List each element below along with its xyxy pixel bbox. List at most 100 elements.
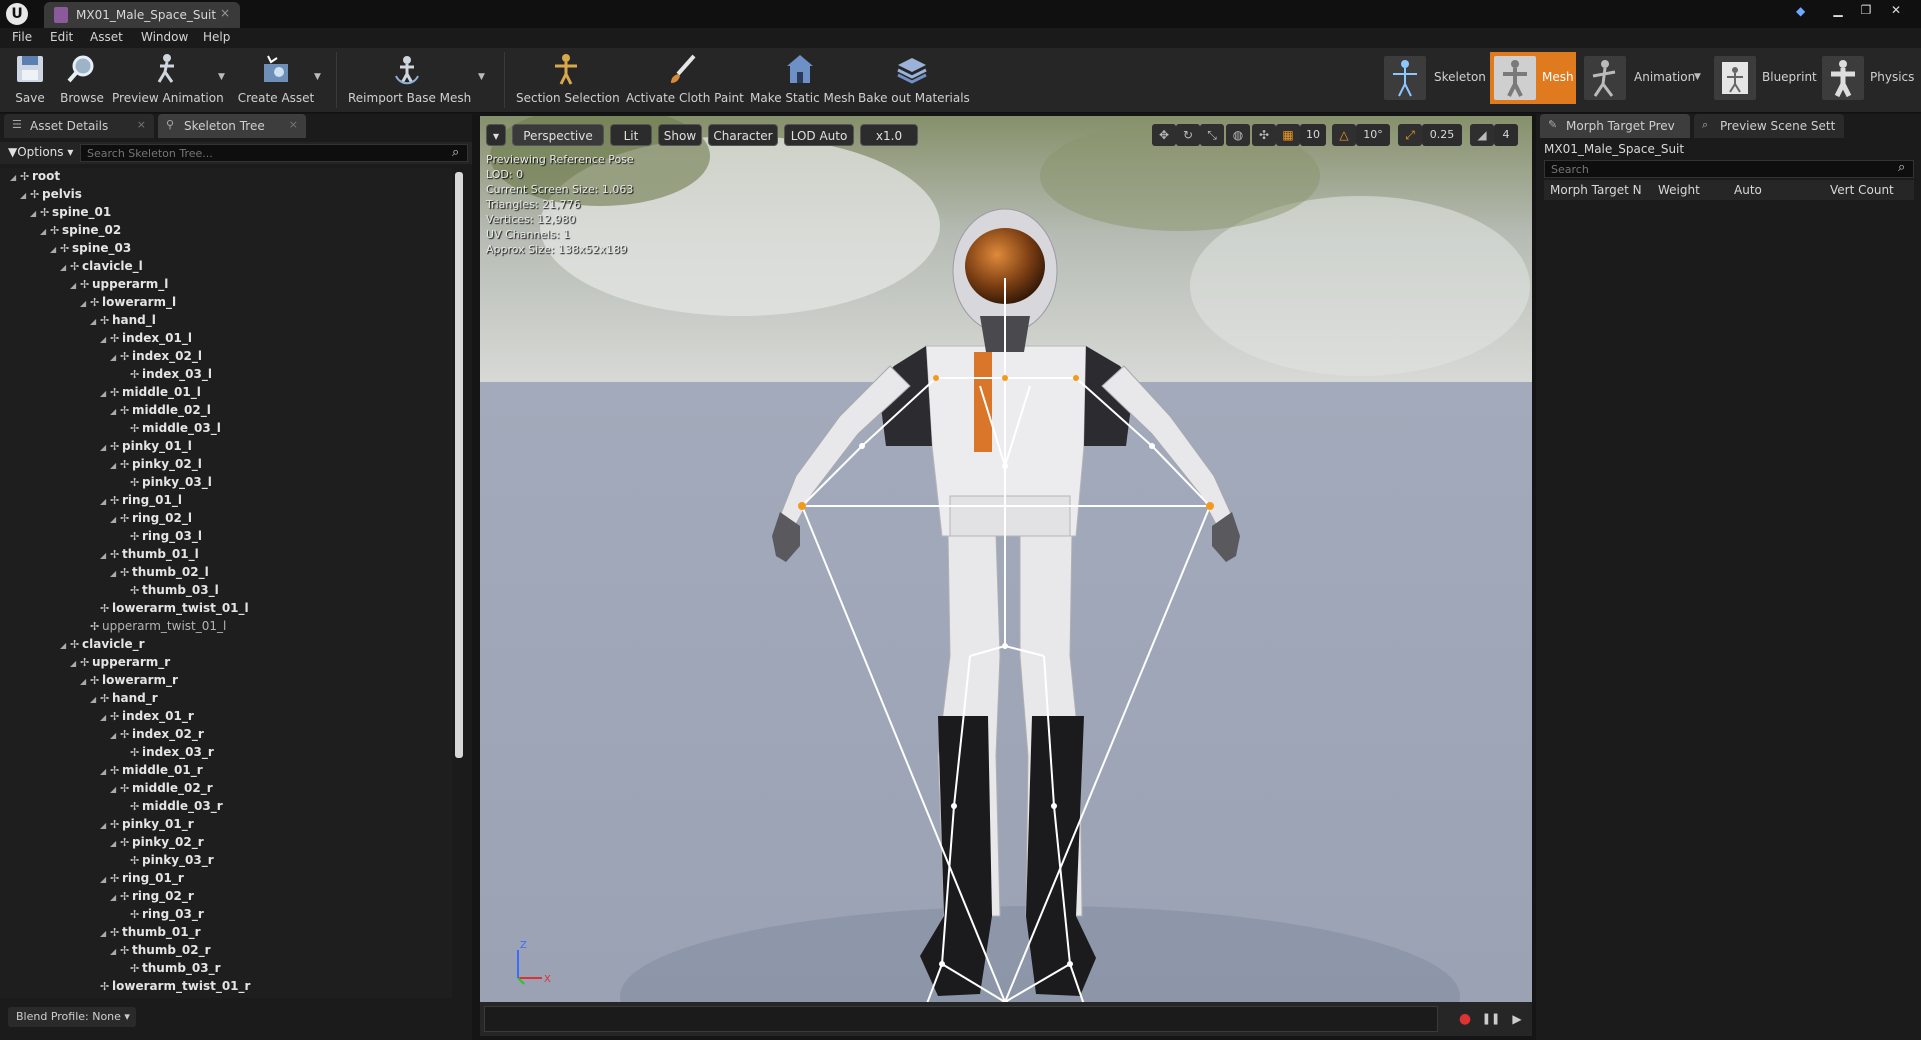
expand-caret-icon[interactable]: ◢ bbox=[110, 457, 120, 474]
record-button[interactable]: ● bbox=[1454, 1008, 1476, 1030]
bone-row[interactable]: ✢ index_03_l bbox=[120, 366, 212, 383]
playback-speed-dropdown[interactable]: x1.0 bbox=[860, 124, 918, 146]
morph-search-input[interactable] bbox=[1544, 160, 1914, 178]
expand-caret-icon[interactable]: ◢ bbox=[40, 223, 50, 240]
bone-row[interactable]: ◢ ✢ index_01_l bbox=[100, 330, 192, 347]
expand-caret-icon[interactable]: ◢ bbox=[110, 403, 120, 420]
browse-button[interactable]: Browse bbox=[58, 48, 106, 112]
expand-caret-icon[interactable]: ◢ bbox=[80, 295, 90, 312]
lod-dropdown[interactable]: LOD Auto bbox=[784, 124, 854, 146]
section-selection-button[interactable]: Section Selection bbox=[516, 48, 620, 112]
close-tab-icon[interactable]: × bbox=[220, 6, 230, 20]
expand-caret-icon[interactable]: ◢ bbox=[100, 547, 110, 564]
reimport-base-mesh-button[interactable]: Reimport Base Mesh bbox=[348, 48, 471, 112]
expand-caret-icon[interactable]: ◢ bbox=[100, 925, 110, 942]
bone-row[interactable]: ◢ ✢ middle_01_r bbox=[100, 762, 203, 779]
skeleton-search-input[interactable] bbox=[80, 144, 468, 162]
bone-row[interactable]: ◢ ✢ ring_01_l bbox=[100, 492, 182, 509]
bone-row[interactable]: ◢ ✢ middle_02_r bbox=[110, 780, 213, 797]
bone-row[interactable]: ✢ ring_03_l bbox=[120, 528, 202, 545]
lit-dropdown[interactable]: Lit bbox=[610, 124, 652, 146]
bone-row[interactable]: ◢ ✢ pinky_02_r bbox=[110, 834, 204, 851]
bone-row[interactable]: ◢ ✢ lowerarm_l bbox=[80, 294, 176, 311]
pause-button[interactable]: ❚❚ bbox=[1480, 1008, 1502, 1030]
bone-row[interactable]: ◢ ✢ middle_02_l bbox=[110, 402, 211, 419]
column-morph-target-name[interactable]: Morph Target N bbox=[1550, 183, 1642, 197]
bone-row[interactable]: ✢ thumb_03_l bbox=[120, 582, 219, 599]
show-dropdown[interactable]: Show bbox=[658, 124, 702, 146]
viewport-options-dropdown[interactable]: ▾ bbox=[486, 124, 506, 146]
grid-snap-icon[interactable]: ▦ bbox=[1276, 124, 1300, 146]
expand-caret-icon[interactable]: ◢ bbox=[80, 673, 90, 690]
timeline-scrubber[interactable] bbox=[484, 1006, 1438, 1032]
viewport-scene[interactable] bbox=[480, 116, 1532, 1002]
blend-profile-dropdown[interactable]: Blend Profile: None ▾ bbox=[8, 1007, 136, 1027]
bone-row[interactable]: ✢ pinky_03_r bbox=[120, 852, 214, 869]
bone-row[interactable]: ◢ ✢ spine_02 bbox=[40, 222, 121, 239]
bone-row[interactable]: ◢ ✢ upperarm_r bbox=[70, 654, 170, 671]
preview-animation-button[interactable]: Preview Animation bbox=[112, 48, 224, 112]
viewport[interactable]: ▾ Perspective Lit Show Character LOD Aut… bbox=[480, 116, 1532, 1002]
close-tab-icon[interactable]: × bbox=[289, 118, 298, 131]
source-control-icon[interactable]: ◆ bbox=[1796, 4, 1812, 18]
options-dropdown[interactable]: ▼Options ▾ bbox=[8, 145, 73, 159]
bone-row[interactable]: ◢ ✢ middle_01_l bbox=[100, 384, 201, 401]
bone-row[interactable]: ◢ ✢ thumb_02_l bbox=[110, 564, 209, 581]
bone-row[interactable]: ◢ ✢ index_02_l bbox=[110, 348, 202, 365]
grid-snap-value[interactable]: 10 bbox=[1300, 124, 1326, 146]
bone-row[interactable]: ◢ ✢ ring_01_r bbox=[100, 870, 184, 887]
bake-out-materials-button[interactable]: Bake out Materials bbox=[858, 48, 970, 112]
rotation-snap-icon[interactable]: △ bbox=[1332, 124, 1356, 146]
expand-caret-icon[interactable]: ◢ bbox=[100, 817, 110, 834]
expand-caret-icon[interactable]: ◢ bbox=[110, 835, 120, 852]
mode-skeleton-button[interactable]: Skeleton bbox=[1380, 52, 1486, 104]
bone-row[interactable]: ◢ ✢ pinky_01_l bbox=[100, 438, 192, 455]
scale-icon[interactable]: ⤡ bbox=[1200, 124, 1224, 146]
tab-morph-target-preview[interactable]: ✎ Morph Target Prev bbox=[1540, 114, 1690, 138]
rotation-snap-value[interactable]: 10° bbox=[1356, 124, 1390, 146]
column-auto[interactable]: Auto bbox=[1734, 183, 1762, 197]
expand-caret-icon[interactable]: ◢ bbox=[100, 385, 110, 402]
bone-row[interactable]: ◢ ✢ thumb_02_r bbox=[110, 942, 211, 959]
expand-caret-icon[interactable]: ◢ bbox=[90, 313, 100, 330]
scale-snap-icon[interactable]: ⤢ bbox=[1398, 124, 1422, 146]
expand-caret-icon[interactable]: ◢ bbox=[60, 259, 70, 276]
bone-row[interactable]: ✢ upperarm_twist_01_l bbox=[80, 618, 226, 635]
tab-skeleton-tree[interactable]: ⚲ Skeleton Tree × bbox=[158, 114, 306, 138]
bone-row[interactable]: ✢ lowerarm_twist_01_l bbox=[90, 600, 249, 617]
tab-preview-scene-settings[interactable]: ⌕ Preview Scene Sett bbox=[1694, 114, 1844, 138]
bone-row[interactable]: ◢ ✢ thumb_01_l bbox=[100, 546, 199, 563]
make-static-mesh-button[interactable]: Make Static Mesh bbox=[750, 48, 855, 112]
expand-caret-icon[interactable]: ◢ bbox=[50, 241, 60, 258]
translate-icon[interactable]: ✥ bbox=[1152, 124, 1176, 146]
menu-help[interactable]: Help bbox=[203, 30, 230, 44]
bone-row[interactable]: ✢ middle_03_r bbox=[120, 798, 223, 815]
expand-caret-icon[interactable]: ◢ bbox=[100, 763, 110, 780]
bone-row[interactable]: ◢ ✢ index_02_r bbox=[110, 726, 204, 743]
bone-row[interactable]: ✢ lowerarm_twist_01_r bbox=[90, 978, 250, 995]
expand-caret-icon[interactable]: ◢ bbox=[100, 493, 110, 510]
menu-edit[interactable]: Edit bbox=[50, 30, 73, 44]
create-asset-button[interactable]: Create Asset bbox=[236, 48, 316, 112]
expand-caret-icon[interactable]: ◢ bbox=[70, 277, 80, 294]
bone-row[interactable]: ◢ ✢ clavicle_r bbox=[60, 636, 145, 653]
bone-row[interactable]: ✢ thumb_03_r bbox=[120, 960, 221, 977]
character-dropdown[interactable]: Character bbox=[708, 124, 778, 146]
expand-caret-icon[interactable]: ◢ bbox=[110, 943, 120, 960]
bone-row[interactable]: ◢ ✢ pinky_01_r bbox=[100, 816, 194, 833]
create-asset-dropdown-icon[interactable]: ▼ bbox=[314, 72, 321, 82]
expand-caret-icon[interactable]: ◢ bbox=[100, 331, 110, 348]
bone-row[interactable]: ◢ ✢ lowerarm_r bbox=[80, 672, 178, 689]
search-icon[interactable]: ⌕ bbox=[452, 145, 459, 160]
preview-animation-dropdown-icon[interactable]: ▼ bbox=[218, 72, 225, 82]
tree-scrollbar[interactable] bbox=[455, 172, 463, 758]
camera-speed-value[interactable]: 4 bbox=[1494, 124, 1518, 146]
expand-caret-icon[interactable]: ◢ bbox=[110, 565, 120, 582]
expand-caret-icon[interactable]: ◢ bbox=[100, 709, 110, 726]
scale-snap-value[interactable]: 0.25 bbox=[1422, 124, 1462, 146]
column-weight[interactable]: Weight bbox=[1658, 183, 1700, 197]
bone-row[interactable]: ✢ middle_03_l bbox=[120, 420, 221, 437]
column-vert-count[interactable]: Vert Count bbox=[1830, 183, 1894, 197]
expand-caret-icon[interactable]: ◢ bbox=[110, 511, 120, 528]
menu-window[interactable]: Window bbox=[141, 30, 188, 44]
